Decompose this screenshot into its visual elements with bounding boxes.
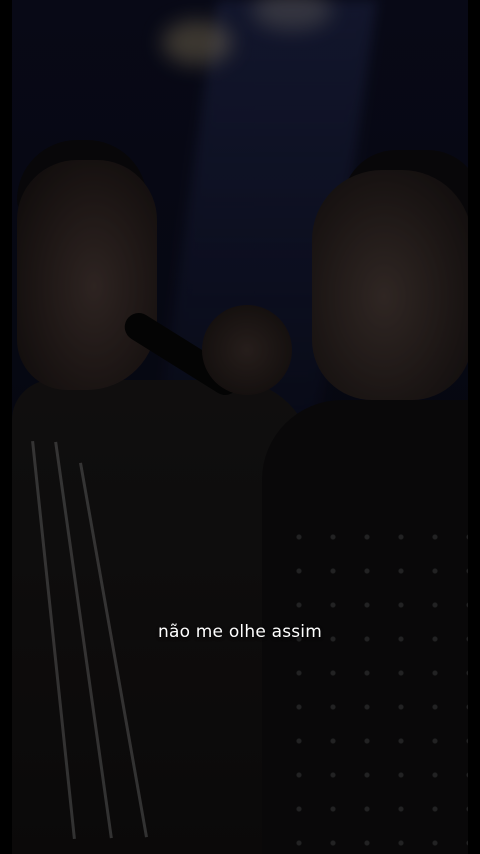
video-screen[interactable]: não me olhe assim <box>0 0 480 854</box>
dim-overlay <box>12 0 468 854</box>
lyric-caption: não me olhe assim <box>158 622 322 642</box>
video-frame[interactable] <box>12 0 468 854</box>
